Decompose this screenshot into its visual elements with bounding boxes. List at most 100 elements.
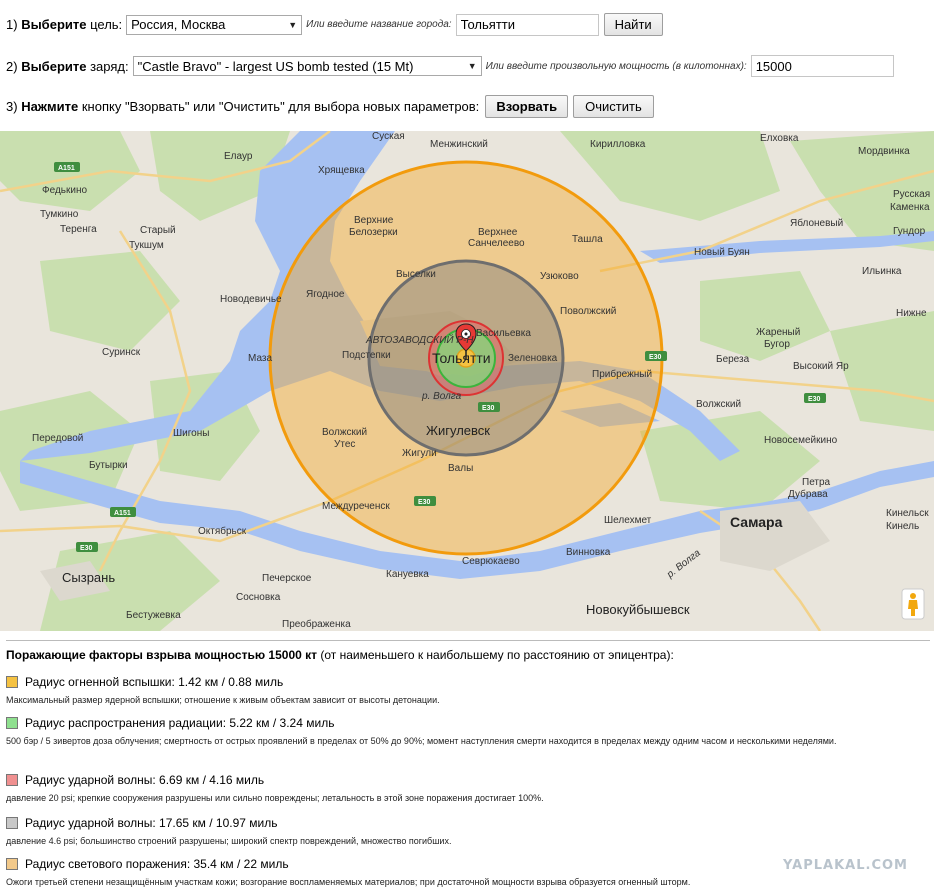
- map-label: Береза: [716, 354, 750, 365]
- step3-label: кнопку "Взорвать" или "Очистить" для выб…: [81, 99, 480, 114]
- map-label: Бутырки: [89, 460, 128, 471]
- map-label: Волжский: [322, 427, 367, 438]
- thermal-swatch: [6, 858, 18, 870]
- target-select[interactable]: Россия, Москва ▼: [126, 14, 303, 35]
- step1-row: 1) Выберите цель: Россия, Москва ▼ Или в…: [6, 13, 663, 36]
- map-label: Нижне: [896, 308, 927, 319]
- road-badge-e30: E30: [478, 402, 500, 412]
- road-badge-a151: A151: [54, 162, 80, 172]
- warhead-select-value: "Castle Bravo" - largest US bomb tested …: [137, 58, 414, 74]
- target-select-value: Россия, Москва: [131, 17, 226, 32]
- legend-title-bold: Поражающие факторы взрыва мощностью 1500…: [6, 648, 318, 662]
- svg-text:A151: A151: [114, 510, 131, 517]
- map-label: Гундор: [893, 226, 926, 237]
- road-badge-e30: E30: [645, 351, 667, 361]
- map-label: Петра: [802, 477, 831, 488]
- city-hint: Или введите название города:: [306, 19, 452, 30]
- map-label: Бестужевка: [126, 610, 181, 621]
- map-label: Междуреченск: [322, 501, 390, 512]
- map-label: Ягодное: [306, 289, 345, 300]
- step2-bold: Выберите: [21, 58, 87, 74]
- yield-input[interactable]: [750, 55, 894, 77]
- map-label: Верхнее: [478, 227, 518, 238]
- road-badge-a151: A151: [110, 507, 136, 517]
- map-label: Верхние: [354, 215, 394, 226]
- map-label: Жигули: [402, 448, 437, 459]
- warhead-select[interactable]: "Castle Bravo" - largest US bomb tested …: [132, 56, 482, 76]
- svg-text:E30: E30: [418, 499, 431, 506]
- step2-label: заряд:: [90, 58, 129, 74]
- map-label: Васильевка: [476, 328, 531, 339]
- road-badge-e30: E30: [414, 496, 436, 506]
- map-label: Новокуйбышевск: [586, 602, 690, 617]
- map-label: Печерское: [262, 573, 312, 584]
- legend-title-rest: (от наименьшего к наибольшему по расстоя…: [317, 648, 674, 662]
- map-label: Шигоны: [173, 428, 209, 439]
- map-label: Дубрава: [788, 488, 828, 500]
- map-label: Санчелеево: [468, 238, 525, 249]
- map-label: Поволжский: [560, 306, 616, 317]
- legend-item: Радиус распространения радиации: 5.22 км…: [6, 716, 930, 748]
- detonate-button[interactable]: Взорвать: [485, 95, 569, 118]
- map-label: Старый: [140, 225, 176, 236]
- svg-text:E30: E30: [482, 405, 495, 412]
- dropdown-arrow-icon: ▼: [467, 61, 477, 71]
- legend-item-label: Радиус ударной волны: 17.65 км / 10.97 м…: [25, 816, 278, 830]
- step3-bold: Нажмите: [21, 99, 79, 114]
- map-label: Мордвинка: [858, 146, 910, 157]
- map-label: Кинельск: [886, 508, 929, 519]
- legend-item-label: Радиус ударной волны: 6.69 км / 4.16 мил…: [25, 773, 265, 787]
- step3-number: 3): [6, 99, 18, 114]
- legend-item-label: Радиус распространения радиации: 5.22 км…: [25, 716, 335, 730]
- map-label: Узюково: [540, 271, 579, 282]
- map-label: Тукшум: [129, 240, 164, 251]
- legend-title: Поражающие факторы взрыва мощностью 1500…: [6, 648, 674, 662]
- map-label: Белозерки: [349, 227, 398, 238]
- clear-button[interactable]: Очистить: [573, 95, 654, 118]
- step2-number: 2): [6, 58, 18, 74]
- legend-item: Радиус огненной вспышки: 1.42 км / 0.88 …: [6, 675, 930, 707]
- air-blast-low-swatch: [6, 817, 18, 829]
- map-label: Менжинский: [430, 139, 488, 150]
- radiation-swatch: [6, 717, 18, 729]
- map-label: Прибрежный: [592, 368, 652, 380]
- map-label: Кирилловка: [590, 139, 646, 150]
- map-label: Севрюкаево: [462, 556, 520, 567]
- map-label: Волжский: [696, 399, 741, 410]
- city-input[interactable]: [455, 13, 599, 36]
- legend-item-description: давление 4.6 psi; большинство строений р…: [6, 836, 452, 846]
- map-canvas[interactable]: A151 A151 E30 E30 E30 E30 E30 Суская Мен…: [0, 131, 934, 631]
- step2-row: 2) Выберите заряд: "Castle Bravo" - larg…: [6, 55, 894, 77]
- legend-item-description: 500 бэр / 5 зивертов доза облучения; сме…: [6, 736, 837, 746]
- find-button[interactable]: Найти: [603, 13, 663, 36]
- step1-number: 1): [6, 17, 18, 32]
- map-label: Каменка: [890, 202, 930, 213]
- map-label: Елховка: [760, 133, 799, 144]
- map-label: Новодевичье: [220, 294, 282, 305]
- map-label: Выселки: [396, 269, 436, 280]
- step1-bold: Выберите: [21, 17, 87, 32]
- map-label: Подстепки: [342, 350, 391, 361]
- map-label: Ильинка: [862, 266, 902, 277]
- map-label: Жигулевск: [426, 423, 490, 438]
- map-label: Теренга: [60, 224, 97, 235]
- watermark: YAPLAKAL.COM: [783, 858, 908, 873]
- map-label: Кануевка: [386, 569, 429, 580]
- map-label: Жареный: [756, 327, 800, 338]
- street-view-pegman-icon[interactable]: [901, 588, 925, 620]
- map-label: Преображенка: [282, 618, 351, 630]
- svg-text:A151: A151: [58, 165, 75, 172]
- map-label: Валы: [448, 463, 473, 474]
- map-label: р. Волга: [421, 391, 462, 402]
- map-label: Новый Буян: [694, 247, 750, 258]
- map-label: Русская: [893, 189, 930, 200]
- dropdown-arrow-icon: ▼: [288, 19, 298, 30]
- legend-item-description: Ожоги третьей степени незащищённым участ…: [6, 877, 691, 887]
- legend-item-label: Радиус огненной вспышки: 1.42 км / 0.88 …: [25, 675, 284, 689]
- map[interactable]: A151 A151 E30 E30 E30 E30 E30 Суская Мен…: [0, 131, 934, 631]
- legend-item: Радиус ударной волны: 17.65 км / 10.97 м…: [6, 816, 930, 848]
- step3-row: 3) Нажмите кнопку "Взорвать" или "Очисти…: [6, 95, 654, 118]
- map-label: Октябрьск: [198, 525, 247, 537]
- fireball-swatch: [6, 676, 18, 688]
- map-label: Елаур: [224, 151, 253, 162]
